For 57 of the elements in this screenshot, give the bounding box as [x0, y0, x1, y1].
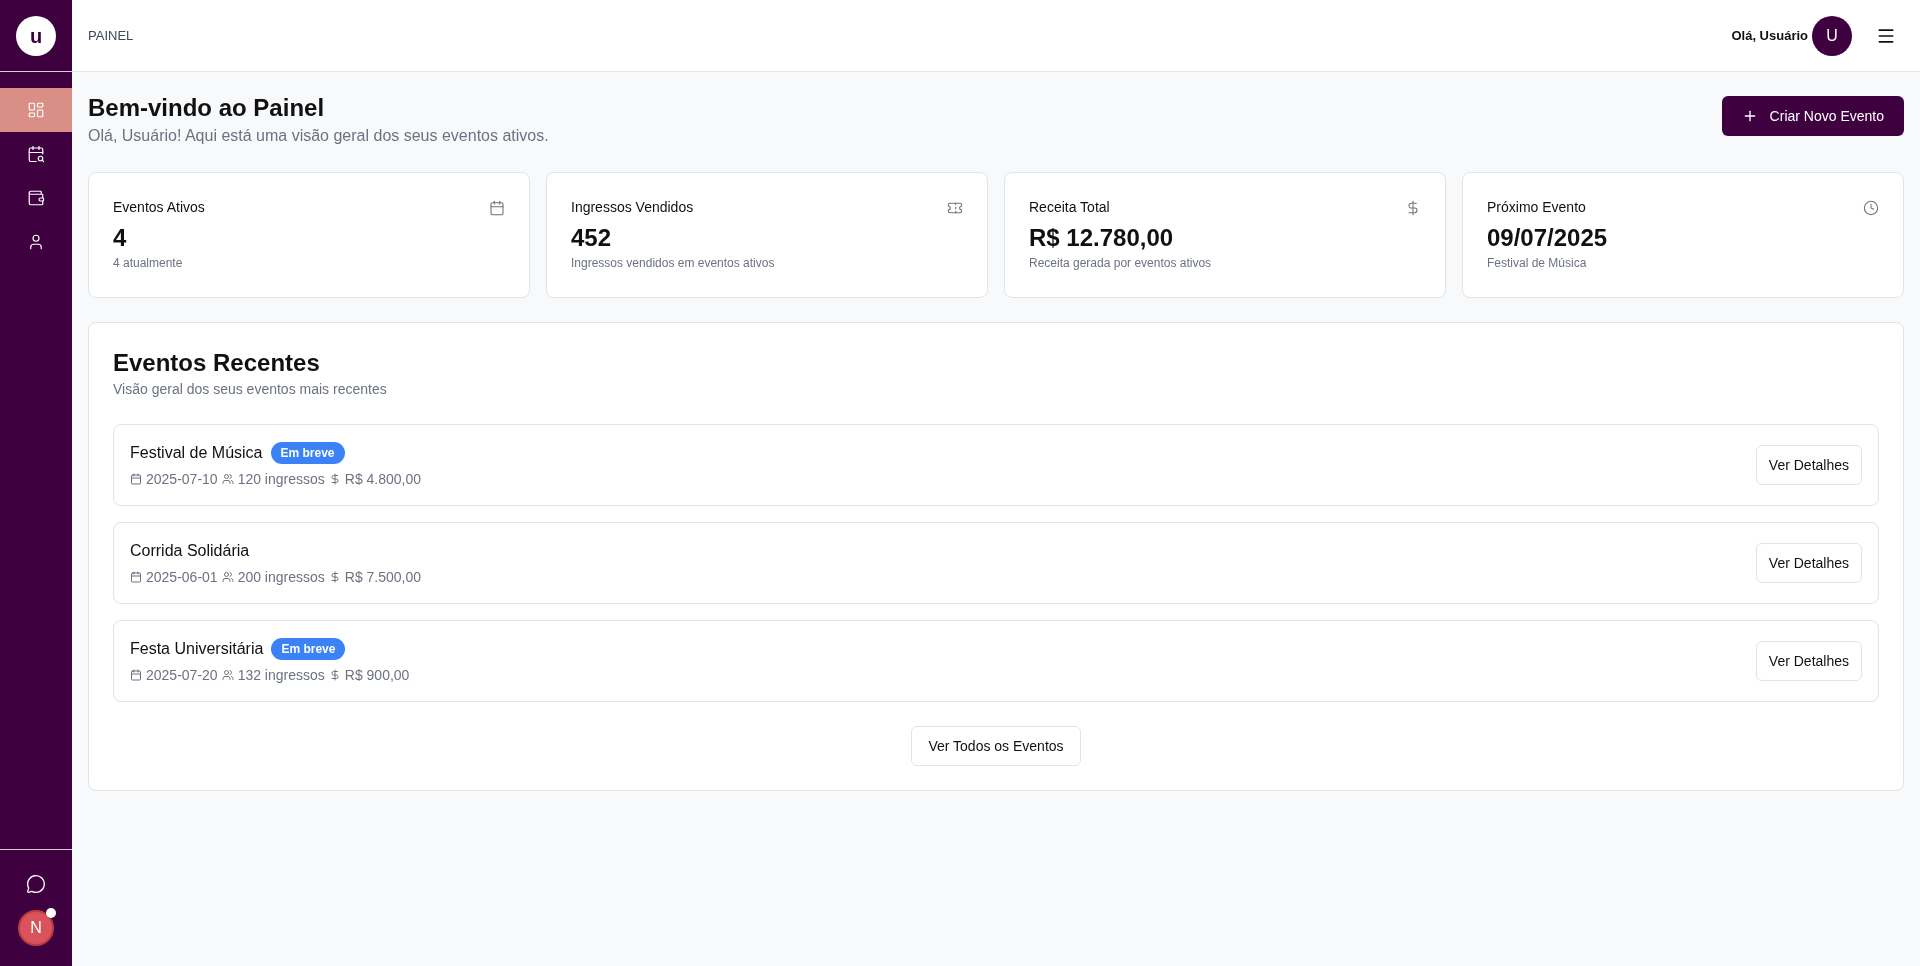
stat-value: 452	[571, 223, 613, 253]
event-revenue: R$ 900,00	[344, 665, 410, 685]
stat-note: 4 atualmente	[113, 255, 184, 272]
calendar-icon	[130, 669, 142, 681]
people-icon	[221, 669, 234, 681]
dollar-icon	[1405, 199, 1421, 216]
page-subtitle: Olá, Usuário! Aqui está uma visão geral dos seus eventos ativos.	[88, 126, 549, 146]
chat-icon[interactable]	[26, 874, 46, 894]
event-name: Festival de Música	[130, 442, 263, 463]
dollar-icon	[328, 571, 341, 583]
user-avatar[interactable]: N	[18, 910, 54, 946]
details-button[interactable]: Ver Detalhes	[1755, 445, 1862, 485]
stat-note: Festival de Música	[1487, 255, 1588, 272]
people-icon	[221, 473, 234, 485]
stat-value: 09/07/2025	[1487, 223, 1609, 253]
calendar-icon	[130, 571, 142, 583]
event-date: 2025-07-20	[146, 665, 218, 685]
stat-value: R$ 12.780,00	[1029, 223, 1175, 253]
stat-note: Ingressos vendidos em eventos ativos	[571, 255, 776, 272]
stat-note: Receita gerada por eventos ativos	[1029, 255, 1213, 272]
event-date: 2025-06-01	[146, 567, 218, 587]
status-badge: Em breve	[271, 637, 346, 660]
event-revenue: R$ 4.800,00	[344, 469, 422, 489]
dollar-icon	[328, 669, 341, 681]
greeting: Olá, Usuário	[1731, 26, 1808, 45]
create-event-button[interactable]: Criar Novo Evento	[1721, 96, 1904, 136]
dashboard-icon	[27, 101, 45, 119]
breadcrumb: PAINEL	[88, 26, 134, 45]
stat-label: Ingressos Vendidos	[571, 198, 694, 217]
stat-label: Receita Total	[1029, 198, 1110, 217]
details-button[interactable]: Ver Detalhes	[1755, 641, 1862, 681]
stat-label: Próximo Evento	[1487, 198, 1586, 217]
logo[interactable]: u	[16, 15, 56, 56]
page-title: Bem-vindo ao Painel	[88, 93, 326, 123]
event-name: Festa Universitária	[130, 638, 264, 659]
details-button[interactable]: Ver Detalhes	[1755, 543, 1862, 583]
calendar-icon	[130, 473, 142, 485]
stat-label: Eventos Ativos	[113, 198, 205, 217]
event-name: Corrida Solidária	[130, 540, 250, 561]
calendar-search-icon	[27, 145, 45, 163]
section-title: Eventos Recentes	[113, 348, 321, 378]
people-icon	[221, 571, 234, 583]
event-tickets: 132 ingressos	[237, 665, 325, 685]
calendar-icon	[489, 199, 505, 216]
user-avatar[interactable]: U	[1812, 15, 1852, 56]
wallet-icon	[27, 189, 45, 207]
event-tickets: 200 ingressos	[237, 567, 325, 587]
view-all-button[interactable]: Ver Todos os Eventos	[911, 726, 1081, 766]
section-subtitle: Visão geral dos seus eventos mais recentes	[113, 380, 388, 399]
event-date: 2025-07-10	[146, 469, 218, 489]
dollar-icon	[328, 473, 341, 485]
event-tickets: 120 ingressos	[237, 469, 325, 489]
event-revenue: R$ 7.500,00	[344, 567, 422, 587]
status-badge: Em breve	[270, 441, 345, 464]
user-icon	[27, 233, 45, 251]
stat-value: 4	[113, 223, 128, 253]
clock-icon	[1863, 199, 1879, 216]
